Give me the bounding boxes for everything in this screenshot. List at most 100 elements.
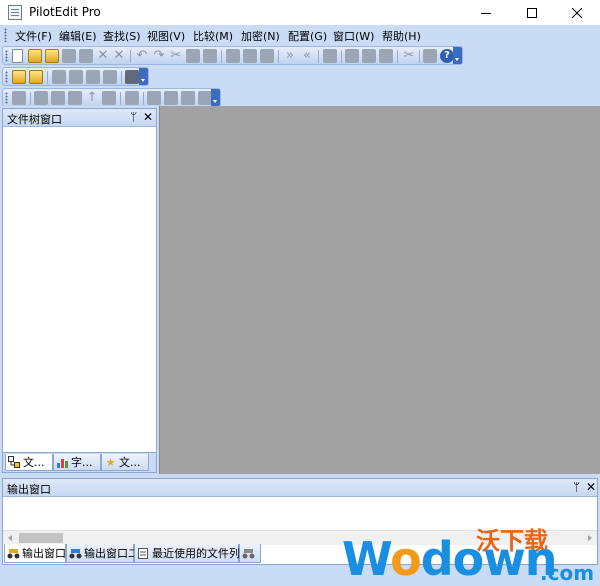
undo-icon[interactable]: ↶ (135, 49, 149, 63)
ftp-sync-icon[interactable] (86, 70, 100, 84)
output-icon (242, 547, 255, 560)
tab-extra[interactable] (239, 544, 261, 563)
toolbar-grip[interactable] (5, 92, 8, 104)
toolbar-separator (30, 92, 31, 105)
run-icon[interactable] (125, 91, 139, 105)
open-file-icon[interactable] (28, 49, 42, 63)
close-button[interactable] (554, 0, 600, 25)
options-icon[interactable] (423, 49, 437, 63)
encrypt-icon[interactable]: ✂ (402, 49, 416, 63)
ftp-download-icon[interactable] (69, 70, 83, 84)
window-title: PilotEdit Pro (29, 5, 101, 19)
sort-icon[interactable] (68, 91, 82, 105)
menu-find[interactable]: 查找(S) (103, 28, 141, 44)
macro-record-icon[interactable] (34, 91, 48, 105)
tab-output-1[interactable]: 输出窗口 (4, 544, 66, 563)
tab-label: 最近使用的文件列表 (152, 547, 251, 560)
toolbar-grip[interactable] (5, 71, 8, 83)
menu-edit[interactable]: 编辑(E) (59, 28, 97, 44)
ftp-connect-icon[interactable] (12, 70, 26, 84)
toolbar-options-chevron-icon[interactable] (139, 68, 148, 85)
compare-next-icon[interactable] (362, 49, 376, 63)
bookmark-icon[interactable] (12, 91, 26, 105)
toolbar-separator (143, 92, 144, 105)
tab-file-tree[interactable]: 文... (5, 454, 53, 471)
menu-encrypt[interactable]: 加密(N) (241, 28, 280, 44)
cut-icon[interactable]: ✂ (169, 49, 183, 63)
file-tree-view[interactable] (3, 128, 156, 452)
window-layout-icon[interactable] (198, 91, 212, 105)
indent-icon[interactable]: » (283, 49, 297, 63)
menu-file[interactable]: 文件(F) (15, 28, 52, 44)
maximize-button[interactable] (509, 0, 555, 25)
help-icon[interactable]: ? (440, 49, 454, 63)
watermark-w: W (342, 532, 391, 586)
move-up-icon[interactable]: ↑ (85, 91, 99, 105)
minimize-icon (481, 12, 491, 14)
hex-mode-icon[interactable] (243, 49, 257, 63)
macro-play-icon[interactable] (51, 91, 65, 105)
menu-compare[interactable]: 比较(M) (193, 28, 233, 44)
pin-icon[interactable]: ᛘ (130, 110, 137, 124)
scroll-right-icon[interactable] (588, 535, 592, 541)
open-recent-icon[interactable] (45, 49, 59, 63)
bookmark-toolbar: ↑ (2, 88, 221, 107)
scroll-left-icon[interactable] (8, 535, 12, 541)
tab-label: 输出窗口二 (84, 547, 139, 560)
menu-help[interactable]: 帮助(H) (382, 28, 421, 44)
unindent-icon[interactable]: « (300, 49, 314, 63)
main-toolbar: ✕ ✕ ↶ ↷ ✂ » « ✂ ? (2, 46, 463, 65)
toolbar-separator (397, 50, 398, 63)
redo-icon[interactable]: ↷ (152, 49, 166, 63)
find-replace-icon[interactable] (323, 49, 337, 63)
file-tree-title: 文件树窗口 (7, 113, 62, 126)
toolbar-separator (221, 50, 222, 63)
toolbar-grip[interactable] (5, 50, 8, 62)
panel-close-icon[interactable]: ✕ (143, 110, 153, 124)
new-file-icon[interactable] (12, 49, 23, 63)
copy-icon[interactable] (186, 49, 200, 63)
ftp-disconnect-icon[interactable] (125, 70, 139, 84)
paste-icon[interactable] (203, 49, 217, 63)
toolbar-separator (341, 50, 342, 63)
tab-label: 文... (119, 456, 141, 469)
line-numbers-icon[interactable] (102, 91, 116, 105)
close-file-icon[interactable]: ✕ (96, 49, 110, 63)
toolbar-separator (47, 71, 48, 84)
menu-view[interactable]: 视图(V) (147, 28, 185, 44)
title-bar: PilotEdit Pro (0, 0, 600, 25)
output-icon (7, 547, 20, 560)
column-mode-icon[interactable] (226, 49, 240, 63)
tab-recent-files[interactable]: 最近使用的文件列表 (134, 544, 251, 563)
tab-output-2[interactable]: 输出窗口二 (66, 544, 139, 563)
split-icon[interactable] (147, 91, 161, 105)
expand-icon[interactable] (164, 91, 178, 105)
pin-icon[interactable]: ᛘ (573, 480, 580, 494)
menu-grip[interactable] (4, 28, 7, 42)
word-wrap-icon[interactable] (260, 49, 274, 63)
close-all-icon[interactable]: ✕ (112, 49, 126, 63)
tab-favorites[interactable]: ★ 文... (101, 454, 149, 471)
recent-files-icon (137, 547, 150, 560)
collapse-icon[interactable] (181, 91, 195, 105)
tab-string-list[interactable]: 字... (53, 454, 101, 471)
save-all-icon[interactable] (79, 49, 93, 63)
ftp-upload-icon[interactable] (52, 70, 66, 84)
mdi-client-area[interactable] (159, 106, 600, 474)
panel-close-icon[interactable]: ✕ (586, 480, 596, 494)
compare-prev-icon[interactable] (379, 49, 393, 63)
close-icon (572, 7, 582, 18)
menu-window[interactable]: 窗口(W) (333, 28, 374, 44)
ftp-open-icon[interactable] (29, 70, 43, 84)
minimize-button[interactable] (463, 0, 509, 25)
save-icon[interactable] (62, 49, 76, 63)
compare-icon[interactable] (345, 49, 359, 63)
scrollbar-thumb[interactable] (19, 533, 63, 543)
toolbar-options-chevron-icon[interactable] (211, 89, 220, 106)
toolbar-options-chevron-icon[interactable] (453, 47, 462, 64)
menu-config[interactable]: 配置(G) (288, 28, 327, 44)
maximize-icon (527, 7, 537, 18)
ftp-refresh-icon[interactable] (103, 70, 117, 84)
toolbar-separator (278, 50, 279, 63)
toolbar-separator (419, 50, 420, 63)
